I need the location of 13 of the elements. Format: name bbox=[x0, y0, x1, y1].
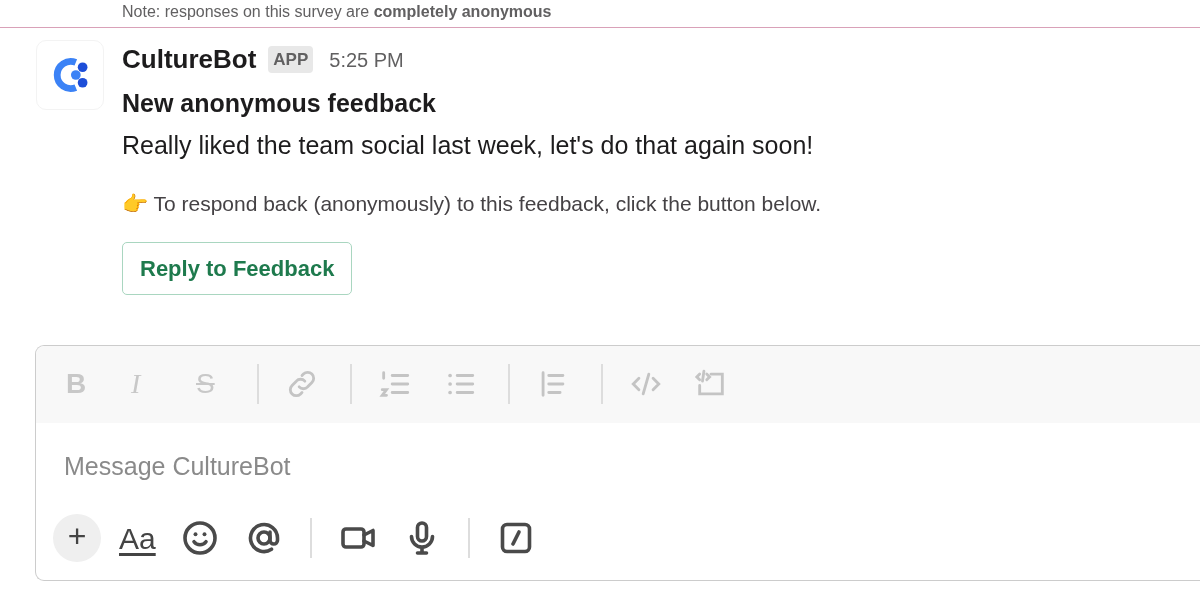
hint-text: 👉 To respond back (anonymously) to this feedback, click the button below. bbox=[122, 191, 822, 217]
app-label: APP bbox=[268, 45, 314, 74]
note-text: Note: responses on this survey are completely anonymous bbox=[122, 2, 552, 22]
message-input[interactable]: Message CultureBot bbox=[62, 446, 662, 486]
message-title: New anonymous feedback bbox=[122, 88, 437, 119]
formatting-button[interactable]: Aa bbox=[119, 515, 156, 561]
message-time[interactable]: 5:25 PM bbox=[329, 44, 404, 75]
message-text: Really liked the team social last week, let's do that again soon! bbox=[122, 129, 815, 161]
reply-button[interactable]: Reply to Feedback bbox=[122, 241, 353, 295]
emoji-icon[interactable] bbox=[181, 520, 218, 556]
sender-name[interactable]: CultureBot bbox=[122, 40, 257, 79]
add-button[interactable]: + bbox=[53, 514, 101, 562]
bot-avatar-icon bbox=[36, 40, 104, 110]
